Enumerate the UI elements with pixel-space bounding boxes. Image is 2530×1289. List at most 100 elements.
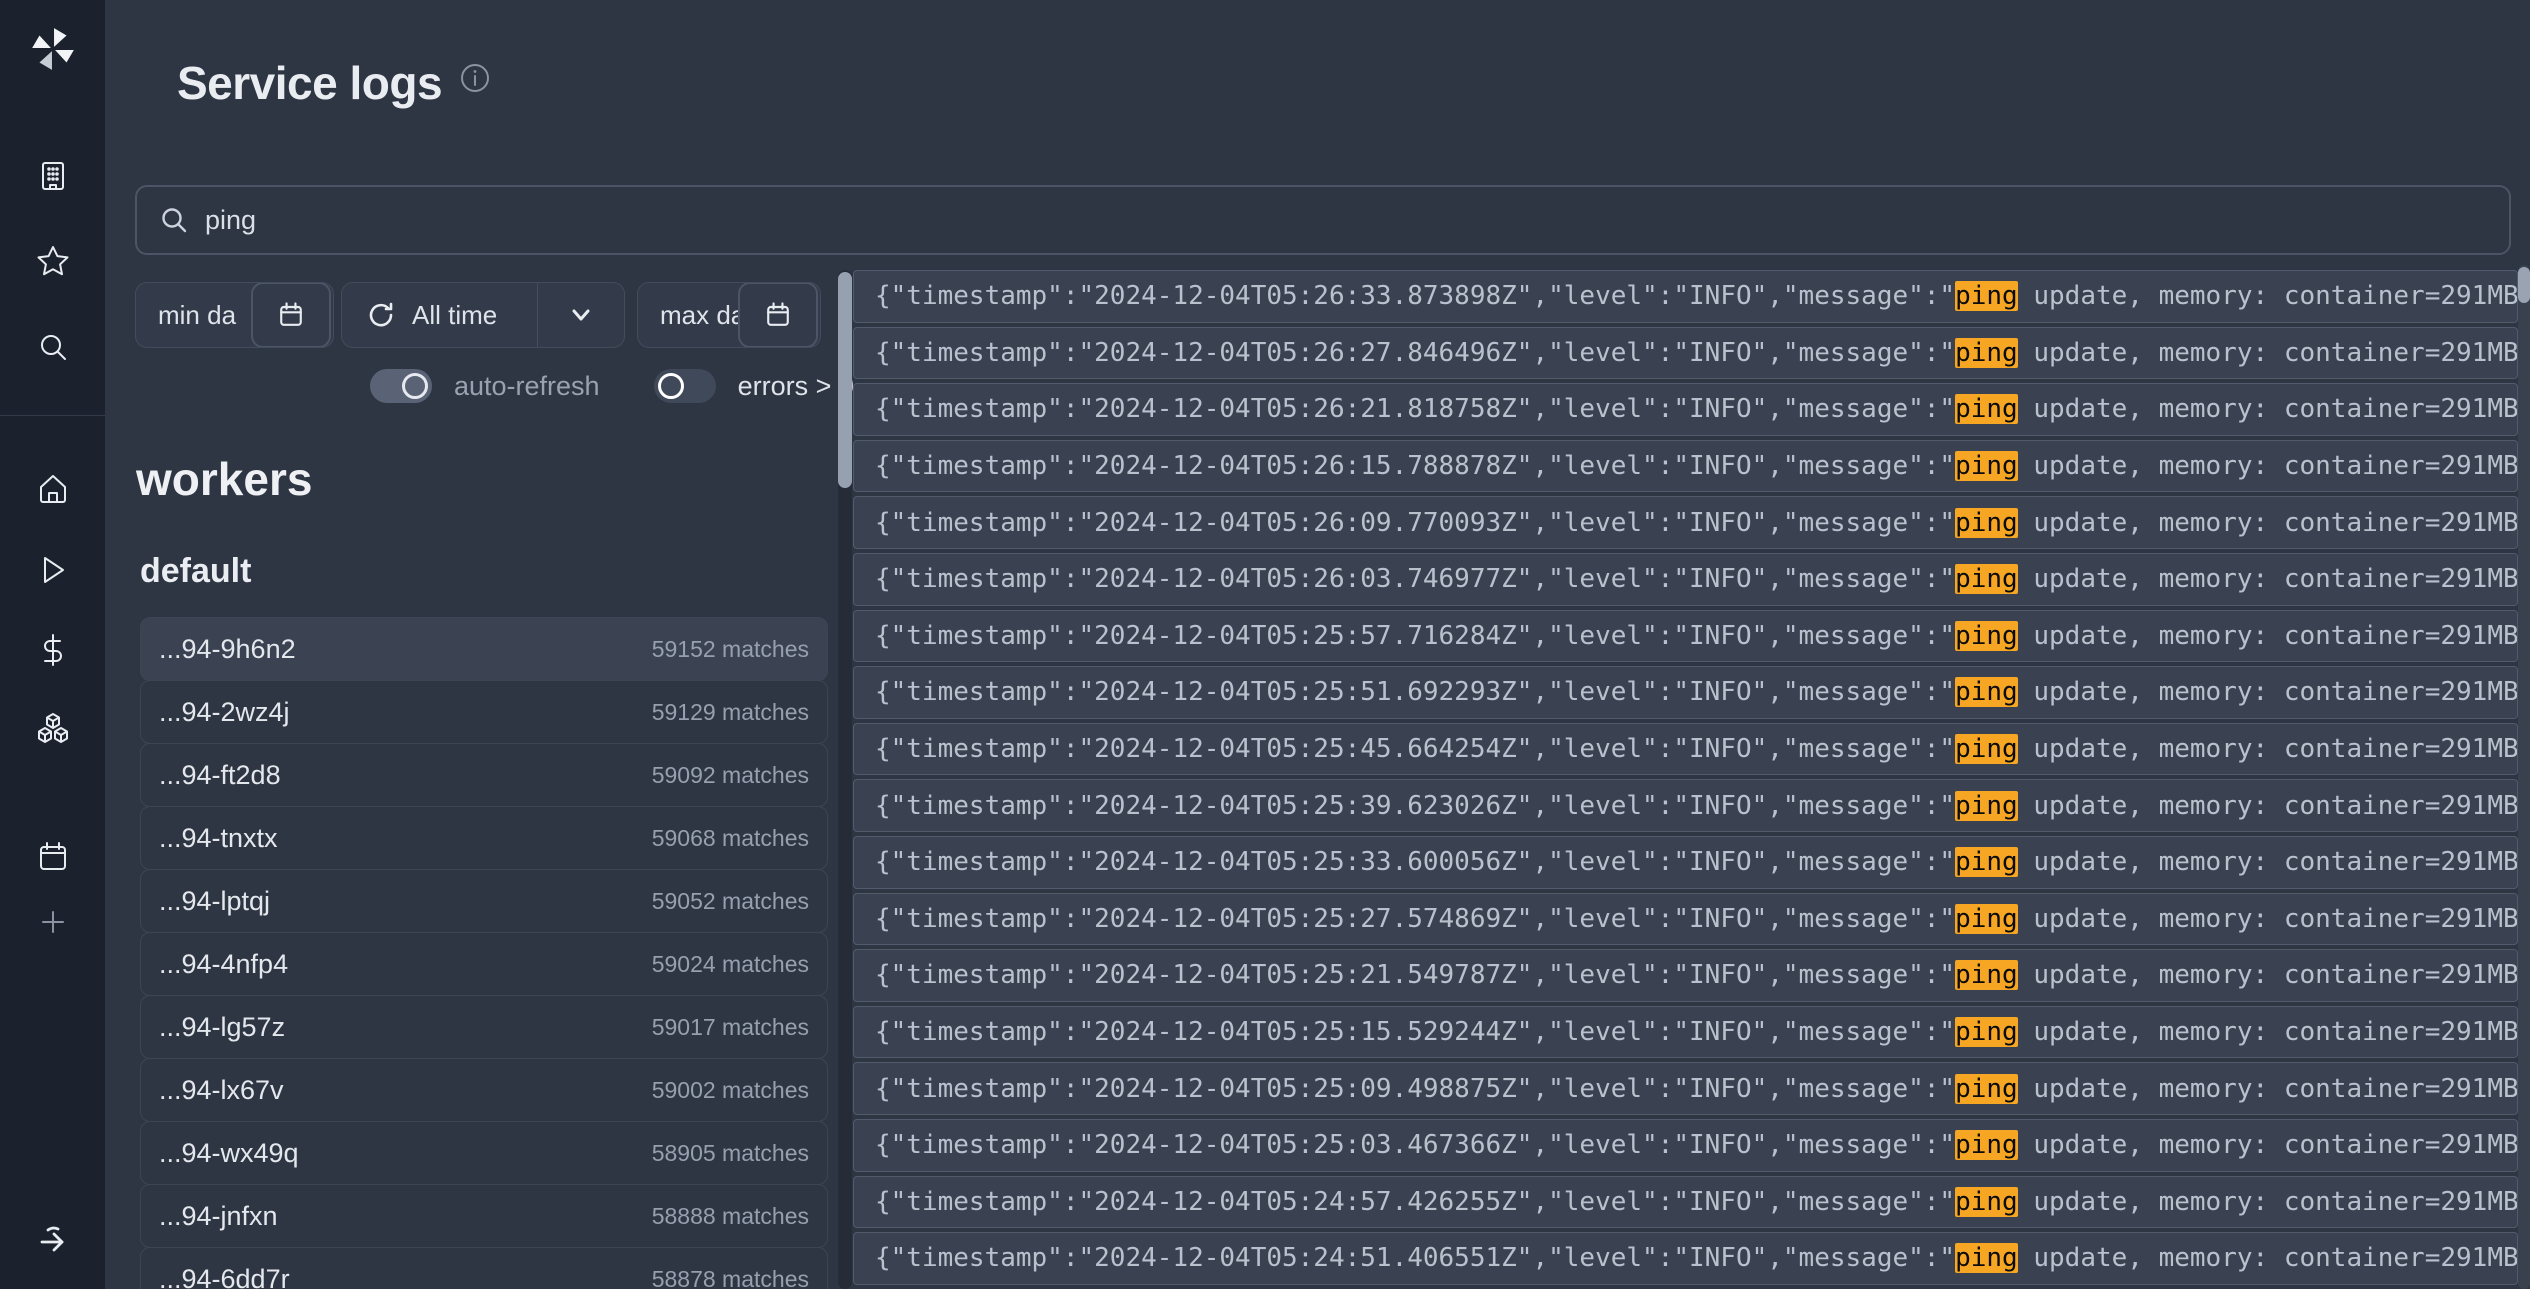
log-mid: ","level":"INFO","message":" bbox=[1517, 734, 1955, 764]
log-mid: ","level":"INFO","message":" bbox=[1517, 508, 1955, 538]
worker-row[interactable]: ...94-9h6n2 59152 matches bbox=[140, 617, 828, 681]
log-row: {"timestamp":"2024-12-04T05:25:33.600056… bbox=[853, 836, 2518, 889]
log-row: {"timestamp":"2024-12-04T05:26:21.818758… bbox=[853, 383, 2518, 436]
worker-matches: 59152 matches bbox=[652, 636, 809, 663]
right-scrollbar-thumb[interactable] bbox=[2518, 267, 2530, 303]
right-scrollbar-track[interactable] bbox=[2518, 265, 2530, 1289]
log-mid: ","level":"INFO","message":" bbox=[1517, 1130, 1955, 1160]
log-timestamp: 2024-12-04T05:25:33.600056Z bbox=[1094, 847, 1517, 877]
page-title-text: Service logs bbox=[177, 57, 442, 109]
log-row: {"timestamp":"2024-12-04T05:25:03.467366… bbox=[853, 1119, 2518, 1172]
worker-name: ...94-9h6n2 bbox=[159, 634, 296, 665]
log-row: {"timestamp":"2024-12-04T05:25:45.664254… bbox=[853, 723, 2518, 776]
log-suffix: update, memory: container=291MB bbox=[2018, 734, 2518, 764]
building-icon[interactable] bbox=[35, 158, 71, 194]
log-prefix: {"timestamp":" bbox=[875, 281, 1094, 311]
log-prefix: {"timestamp":" bbox=[875, 1243, 1094, 1273]
log-mid: ","level":"INFO","message":" bbox=[1517, 960, 1955, 990]
worker-row[interactable]: ...94-lg57z 59017 matches bbox=[140, 995, 828, 1059]
expand-sidebar-arrow-icon[interactable] bbox=[35, 1222, 71, 1258]
home-icon[interactable] bbox=[35, 471, 71, 507]
worker-row[interactable]: ...94-ft2d8 59092 matches bbox=[140, 743, 828, 807]
worker-matches: 58905 matches bbox=[652, 1140, 809, 1167]
time-range-button[interactable]: All time bbox=[341, 282, 625, 348]
calendar-nav-icon[interactable] bbox=[35, 839, 71, 875]
log-highlight: ping bbox=[1955, 960, 2018, 990]
log-highlight: ping bbox=[1955, 621, 2018, 651]
search-nav-icon[interactable] bbox=[35, 329, 71, 365]
dollar-icon[interactable] bbox=[35, 632, 71, 668]
sidebar-divider bbox=[0, 415, 105, 416]
info-icon[interactable] bbox=[460, 50, 490, 80]
log-highlight: ping bbox=[1955, 394, 2018, 424]
worker-row[interactable]: ...94-lptqj 59052 matches bbox=[140, 869, 828, 933]
log-timestamp: 2024-12-04T05:25:57.716284Z bbox=[1094, 621, 1517, 651]
worker-group-heading: default bbox=[140, 552, 251, 591]
log-row: {"timestamp":"2024-12-04T05:26:09.770093… bbox=[853, 496, 2518, 549]
worker-row[interactable]: ...94-wx49q 58905 matches bbox=[140, 1121, 828, 1185]
windmill-logo-icon[interactable] bbox=[28, 24, 78, 74]
log-highlight: ping bbox=[1955, 1243, 2018, 1273]
worker-matches: 59052 matches bbox=[652, 888, 809, 915]
log-suffix: update, memory: container=291MB bbox=[2018, 791, 2518, 821]
log-timestamp: 2024-12-04T05:26:09.770093Z bbox=[1094, 508, 1517, 538]
cubes-icon[interactable] bbox=[35, 711, 71, 747]
log-row: {"timestamp":"2024-12-04T05:26:15.788878… bbox=[853, 440, 2518, 493]
log-prefix: {"timestamp":" bbox=[875, 677, 1094, 707]
plus-icon[interactable] bbox=[35, 904, 71, 940]
refresh-icon bbox=[366, 300, 396, 330]
worker-row[interactable]: ...94-6dd7r 58878 matches bbox=[140, 1247, 828, 1289]
log-prefix: {"timestamp":" bbox=[875, 621, 1094, 651]
worker-matches: 59129 matches bbox=[652, 699, 809, 726]
log-highlight: ping bbox=[1955, 564, 2018, 594]
min-date-button[interactable]: min da bbox=[135, 282, 334, 348]
errors-toggle[interactable] bbox=[654, 369, 716, 403]
worker-matches: 59092 matches bbox=[652, 762, 809, 789]
match-suffix: matches bbox=[716, 1077, 809, 1103]
log-mid: ","level":"INFO","message":" bbox=[1517, 1187, 1955, 1217]
log-suffix: update, memory: container=291MB bbox=[2018, 338, 2518, 368]
max-date-button[interactable]: max da bbox=[637, 282, 821, 348]
left-scrollbar-thumb[interactable] bbox=[838, 272, 852, 488]
log-timestamp: 2024-12-04T05:25:27.574869Z bbox=[1094, 904, 1517, 934]
log-suffix: update, memory: container=291MB bbox=[2018, 1187, 2518, 1217]
log-prefix: {"timestamp":" bbox=[875, 564, 1094, 594]
log-suffix: update, memory: container=291MB bbox=[2018, 847, 2518, 877]
errors-knob bbox=[658, 373, 684, 399]
log-mid: ","level":"INFO","message":" bbox=[1517, 394, 1955, 424]
match-count: 59152 bbox=[652, 636, 716, 662]
log-prefix: {"timestamp":" bbox=[875, 960, 1094, 990]
log-mid: ","level":"INFO","message":" bbox=[1517, 904, 1955, 934]
max-date-calendar-icon[interactable] bbox=[738, 282, 818, 348]
time-range-dropdown[interactable] bbox=[538, 283, 624, 347]
log-timestamp: 2024-12-04T05:26:15.788878Z bbox=[1094, 451, 1517, 481]
worker-row[interactable]: ...94-4nfp4 59024 matches bbox=[140, 932, 828, 996]
match-count: 58888 bbox=[652, 1203, 716, 1229]
log-prefix: {"timestamp":" bbox=[875, 1017, 1094, 1047]
search-input[interactable] bbox=[205, 205, 2405, 236]
left-scrollbar-track[interactable] bbox=[838, 270, 852, 1289]
log-row: {"timestamp":"2024-12-04T05:26:33.873898… bbox=[853, 270, 2518, 323]
worker-row[interactable]: ...94-lx67v 59002 matches bbox=[140, 1058, 828, 1122]
star-icon[interactable] bbox=[35, 243, 71, 279]
worker-row[interactable]: ...94-2wz4j 59129 matches bbox=[140, 680, 828, 744]
auto-refresh-label: auto-refresh bbox=[454, 371, 600, 402]
log-suffix: update, memory: container=291MB bbox=[2018, 508, 2518, 538]
log-timestamp: 2024-12-04T05:26:33.873898Z bbox=[1094, 281, 1517, 311]
log-mid: ","level":"INFO","message":" bbox=[1517, 677, 1955, 707]
play-icon[interactable] bbox=[35, 552, 71, 588]
log-row: {"timestamp":"2024-12-04T05:25:15.529244… bbox=[853, 1006, 2518, 1059]
worker-row[interactable]: ...94-tnxtx 59068 matches bbox=[140, 806, 828, 870]
match-count: 59129 bbox=[652, 699, 716, 725]
auto-refresh-toggle[interactable] bbox=[370, 369, 432, 403]
log-row: {"timestamp":"2024-12-04T05:25:27.574869… bbox=[853, 893, 2518, 946]
log-timestamp: 2024-12-04T05:25:45.664254Z bbox=[1094, 734, 1517, 764]
log-suffix: update, memory: container=291MB bbox=[2018, 1130, 2518, 1160]
worker-name: ...94-ft2d8 bbox=[159, 760, 281, 791]
log-suffix: update, memory: container=291MB bbox=[2018, 621, 2518, 651]
log-highlight: ping bbox=[1955, 791, 2018, 821]
worker-row[interactable]: ...94-jnfxn 58888 matches bbox=[140, 1184, 828, 1248]
worker-matches: 59068 matches bbox=[652, 825, 809, 852]
worker-matches: 58888 matches bbox=[652, 1203, 809, 1230]
min-date-calendar-icon[interactable] bbox=[251, 282, 331, 348]
